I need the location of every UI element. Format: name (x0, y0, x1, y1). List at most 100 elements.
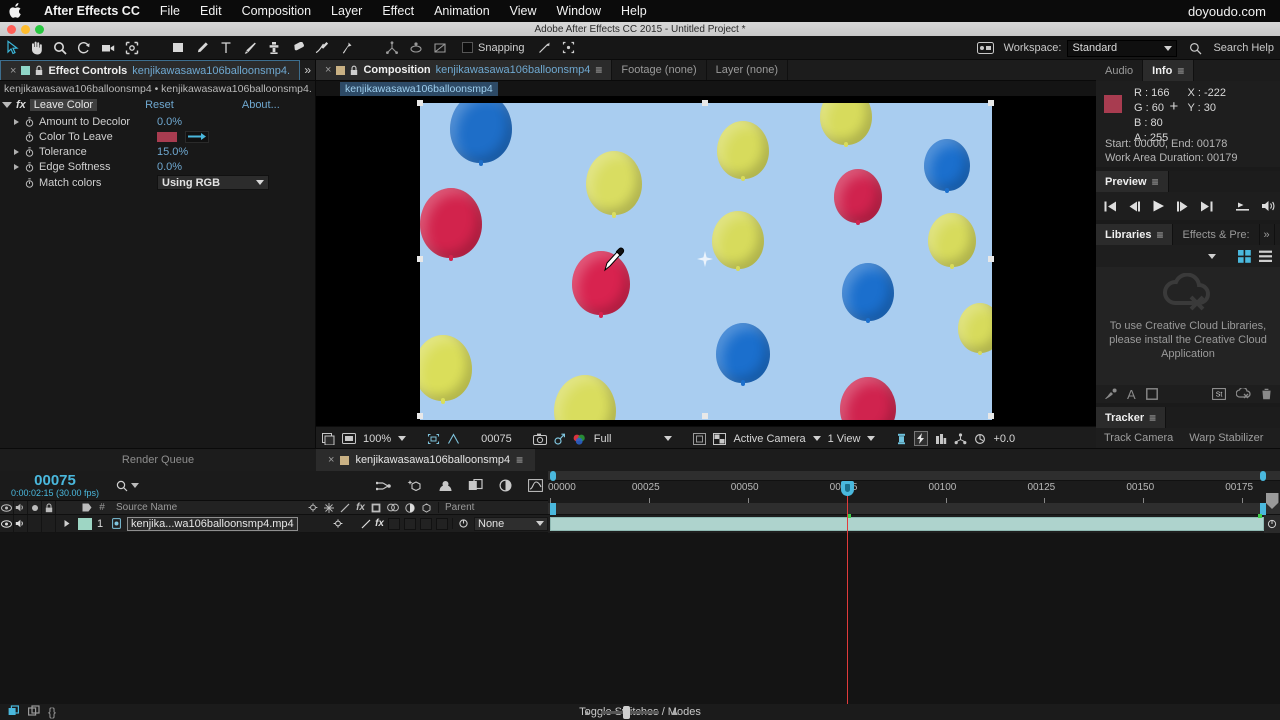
eraser-tool[interactable] (286, 37, 310, 59)
tab-footage[interactable]: Footage (none) (612, 60, 707, 80)
disclosure-triangle-icon[interactable] (14, 163, 19, 170)
grid-view-icon[interactable] (1238, 249, 1251, 263)
disclosure-triangle-icon[interactable] (2, 101, 12, 108)
exposure-value[interactable]: +0.0 (993, 433, 1015, 445)
timeline-zoom-slider[interactable] (601, 705, 660, 719)
property-row-tolerance[interactable]: Tolerance 15.0% (0, 144, 315, 159)
take-snapshot-icon[interactable] (532, 433, 547, 445)
tab-timeline-comp[interactable]: × kenjikawasawa106balloonsmp4 ≡ (316, 449, 536, 471)
draft-3d-icon[interactable] (407, 479, 423, 493)
clone-stamp-tool[interactable] (262, 37, 286, 59)
property-row-edge-softness[interactable]: Edge Softness 0.0% (0, 159, 315, 174)
layer-visibility-toggle[interactable] (0, 515, 14, 532)
paint-icon[interactable] (1104, 388, 1117, 400)
list-view-icon[interactable] (1259, 250, 1272, 263)
tab-effects-presets[interactable]: Effects & Pre: (1173, 224, 1260, 245)
tab-info[interactable]: Info ≡ (1143, 60, 1195, 81)
selection-handle[interactable] (417, 413, 423, 419)
layer-solo-toggle[interactable] (28, 515, 42, 532)
work-area-bar[interactable] (548, 503, 1280, 515)
property-row-amount-to-decolor[interactable]: Amount to Decolor 0.0% (0, 114, 315, 129)
menu-item-layer[interactable]: Layer (321, 0, 372, 22)
puppet-pin-tool[interactable] (334, 37, 358, 59)
layer-audio-toggle[interactable] (14, 515, 28, 532)
stopwatch-icon[interactable] (24, 116, 35, 127)
comp-marker-icon[interactable] (1264, 493, 1280, 515)
timecode-display[interactable]: 00075 0:00:02:15 (30.00 fps) (0, 473, 110, 499)
nav-end-handle[interactable] (1260, 471, 1266, 481)
stopwatch-icon[interactable] (24, 177, 35, 188)
layer-lock-toggle[interactable] (42, 515, 56, 532)
first-frame-button[interactable] (1104, 201, 1117, 212)
effect-header-leave-color[interactable]: fx Leave Color Reset About... (0, 97, 315, 112)
nav-start-handle[interactable] (550, 471, 556, 481)
effect-name[interactable]: Leave Color (29, 98, 98, 111)
close-tab-icon[interactable]: × (328, 454, 334, 466)
stopwatch-icon[interactable] (24, 131, 35, 142)
zoom-level[interactable]: 100% (363, 433, 391, 445)
layer-switch-icon[interactable] (1264, 515, 1280, 533)
motion-blur-icon[interactable] (498, 479, 513, 492)
roto-brush-tool[interactable] (310, 37, 334, 59)
layer-expand-triangle[interactable] (56, 519, 78, 528)
property-value[interactable]: 0.0% (157, 116, 182, 128)
panel-menu-icon[interactable]: ≡ (516, 453, 523, 467)
panel-overflow-icon[interactable]: » (1264, 229, 1270, 241)
tab-audio[interactable]: Audio (1096, 60, 1144, 81)
mute-audio-button[interactable] (1261, 200, 1276, 212)
track-camera-button[interactable]: Track Camera (1104, 432, 1173, 444)
chevron-down-icon[interactable] (1208, 253, 1216, 259)
timeline-link-icon[interactable] (935, 433, 947, 445)
match-colors-dropdown[interactable]: Using RGB (157, 175, 269, 190)
table-row[interactable]: 1 kenjika...wa106balloonsmp4.mp4 fx None (0, 515, 548, 533)
menu-item-help[interactable]: Help (611, 0, 657, 22)
panel-menu-icon[interactable]: ≡ (1152, 175, 1159, 189)
tab-layer[interactable]: Layer (none) (706, 60, 788, 80)
apple-logo-icon[interactable] (8, 3, 24, 19)
selection-tool[interactable] (0, 37, 24, 59)
brush-tool[interactable] (238, 37, 262, 59)
rotation-tool[interactable] (72, 37, 96, 59)
panel-overflow-icon[interactable]: » (304, 63, 311, 77)
timeline-graph-area[interactable]: 0000000025000500007500100001250015000175 (548, 471, 1280, 705)
search-help-label[interactable]: Search Help (1213, 42, 1274, 54)
layer-duration-bar[interactable] (550, 517, 1264, 531)
track-xy-tool[interactable] (428, 37, 452, 59)
zoom-tool[interactable] (48, 37, 72, 59)
layer-source-name[interactable]: kenjika...wa106balloonsmp4.mp4 (127, 516, 298, 531)
tab-effect-controls[interactable]: × Effect Controls kenjikawasawa106balloo… (0, 60, 301, 80)
zoom-in-icon[interactable]: ▲ (669, 706, 680, 718)
composition-canvas[interactable] (420, 102, 992, 420)
lock-icon[interactable] (350, 65, 358, 76)
work-area-start-handle[interactable] (550, 503, 556, 515)
keyframe-marker[interactable] (1258, 514, 1262, 518)
style-icon[interactable]: St (1212, 388, 1226, 400)
composition-mini-flowchart-icon[interactable] (376, 480, 392, 492)
unified-camera-tool[interactable] (380, 37, 404, 59)
pixel-aspect-icon[interactable] (896, 433, 907, 445)
prev-frame-button[interactable] (1128, 201, 1141, 212)
stopwatch-icon[interactable] (24, 161, 35, 172)
tab-libraries[interactable]: Libraries ≡ (1096, 224, 1174, 245)
property-row-match-colors[interactable]: Match colors Using RGB (0, 174, 315, 191)
type-tool[interactable] (214, 37, 238, 59)
lock-icon[interactable] (35, 65, 43, 76)
trash-icon[interactable] (1261, 388, 1272, 400)
close-tab-icon[interactable]: × (10, 65, 16, 77)
toggle-transparency-icon[interactable] (322, 432, 335, 445)
parent-dropdown[interactable]: None (474, 516, 548, 531)
property-value[interactable]: 15.0% (157, 146, 188, 158)
hand-tool[interactable] (24, 37, 48, 59)
play-button[interactable] (1152, 200, 1165, 212)
chevron-down-icon[interactable] (131, 483, 139, 488)
menu-item-file[interactable]: File (150, 0, 190, 22)
tab-composition[interactable]: × Composition kenjikawasawa106balloonsmp… (316, 60, 613, 80)
reset-button[interactable]: Reset (145, 99, 174, 111)
menu-item-animation[interactable]: Animation (424, 0, 500, 22)
menu-item-composition[interactable]: Composition (232, 0, 321, 22)
layer-name-chip[interactable]: kenjikawasawa106balloonsmp4 (340, 81, 498, 96)
show-snapshot-icon[interactable] (554, 433, 565, 445)
current-frame-display[interactable]: 00075 (481, 433, 512, 445)
parent-column-header[interactable]: Parent (438, 502, 548, 513)
libraries-overflow[interactable]: » (1259, 224, 1275, 245)
